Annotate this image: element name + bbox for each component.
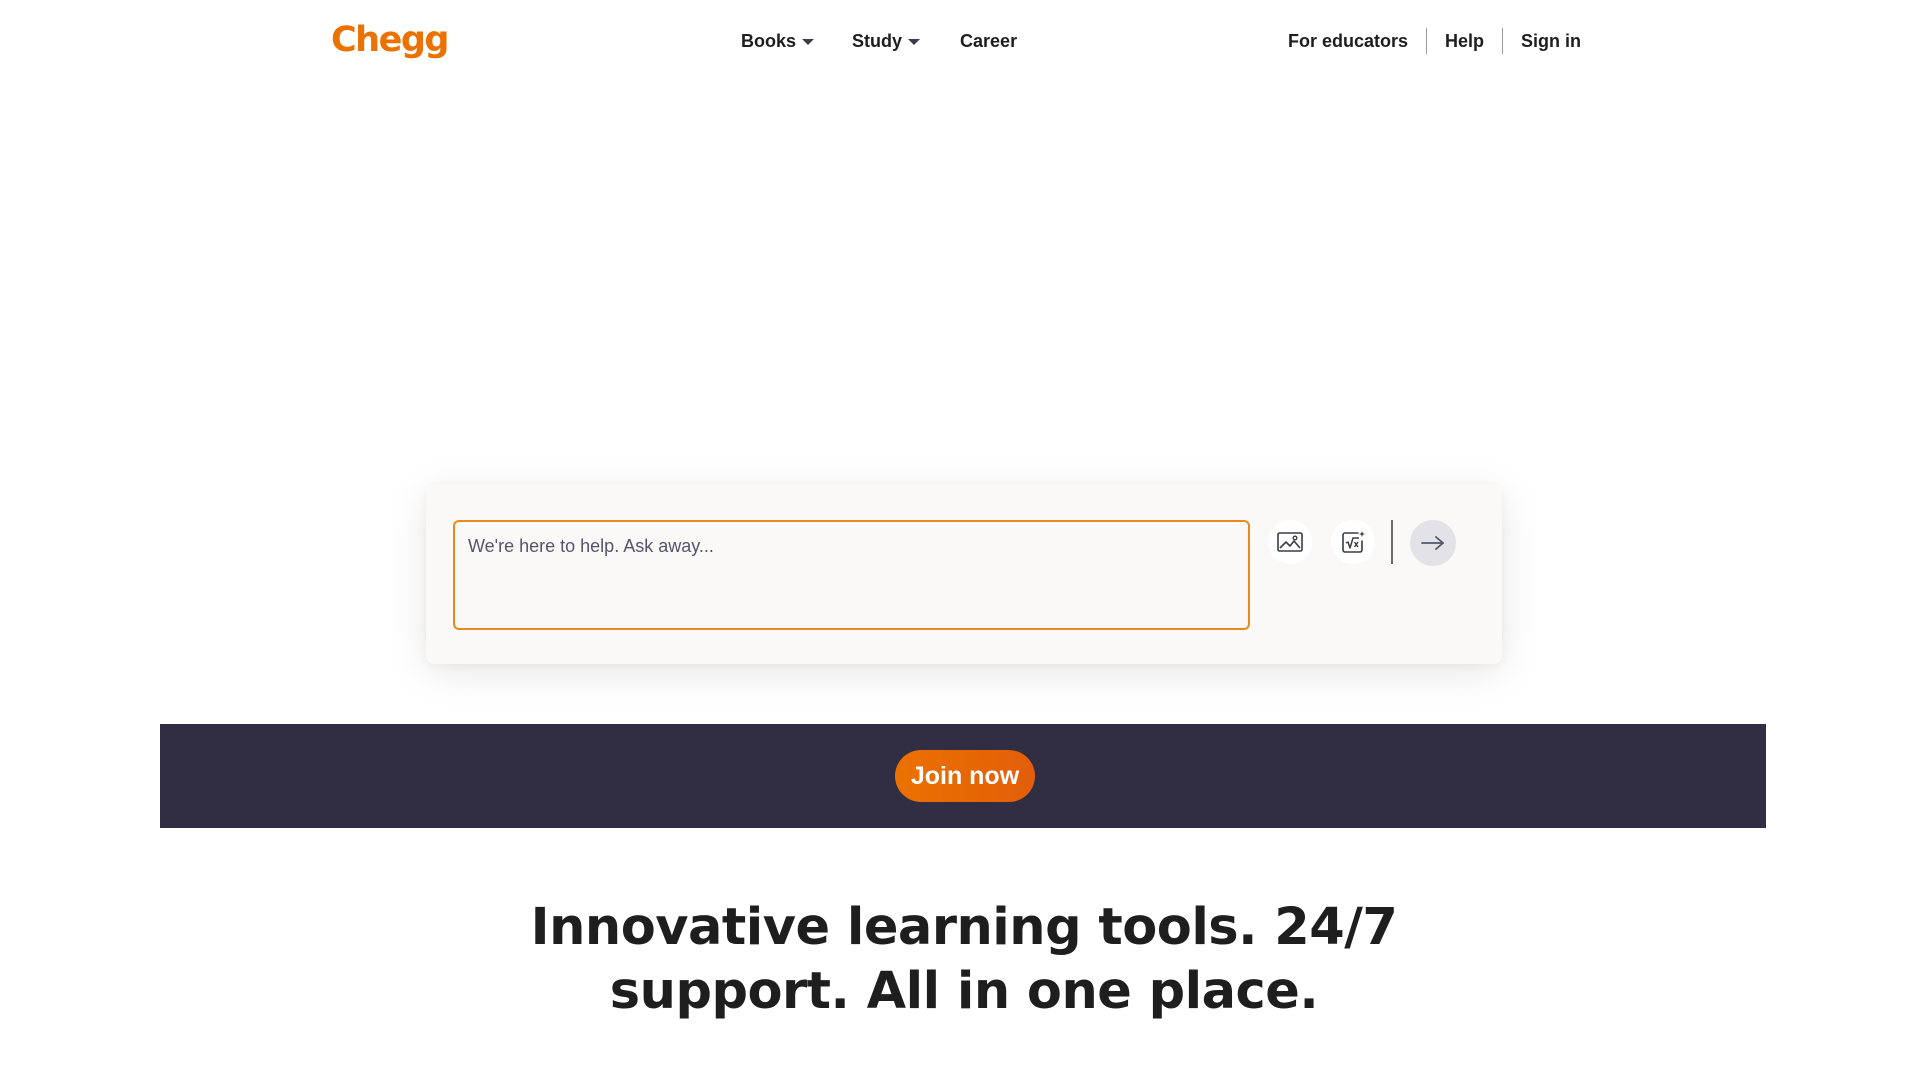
question-input[interactable] [453, 520, 1250, 630]
nav-career-label: Career [960, 31, 1018, 51]
main-nav: Books Study Career [741, 29, 1017, 53]
nav-career[interactable]: Career [960, 29, 1017, 53]
nav-study[interactable]: Study [852, 29, 921, 53]
sign-in-link[interactable]: Sign in [1521, 29, 1581, 53]
join-now-button[interactable]: Join now [894, 750, 1036, 802]
nav-divider [1502, 28, 1503, 54]
headline-line-1: Innovative learning tools. 24/7 [530, 898, 1398, 957]
headline-line-2: support. All in one place. [609, 962, 1319, 1021]
chevron-down-icon [908, 39, 921, 45]
utility-nav: For educators Help Sign in [1288, 28, 1581, 54]
help-link[interactable]: Help [1445, 29, 1484, 53]
arrow-right-icon [1421, 536, 1444, 550]
site-header: Chegg Books Study Career For educators H… [0, 0, 1920, 84]
math-formula-button[interactable] [1331, 520, 1375, 564]
for-educators-link[interactable]: For educators [1288, 29, 1408, 53]
nav-divider [1425, 28, 1427, 54]
nav-study-label: Study [852, 31, 903, 51]
toolbar-divider [1391, 520, 1393, 564]
image-upload-icon [1277, 532, 1303, 552]
chevron-down-icon [802, 39, 815, 45]
image-upload-button[interactable] [1268, 520, 1312, 564]
submit-question-button[interactable] [1410, 520, 1456, 566]
ask-question-card [426, 484, 1502, 664]
page-headline: Innovative learning tools. 24/7 support.… [0, 896, 1920, 1024]
join-banner: Join now [160, 724, 1766, 828]
nav-books[interactable]: Books [741, 29, 815, 53]
chegg-logo[interactable]: Chegg [331, 20, 449, 60]
math-formula-icon [1342, 531, 1365, 553]
nav-books-label: Books [741, 31, 797, 51]
